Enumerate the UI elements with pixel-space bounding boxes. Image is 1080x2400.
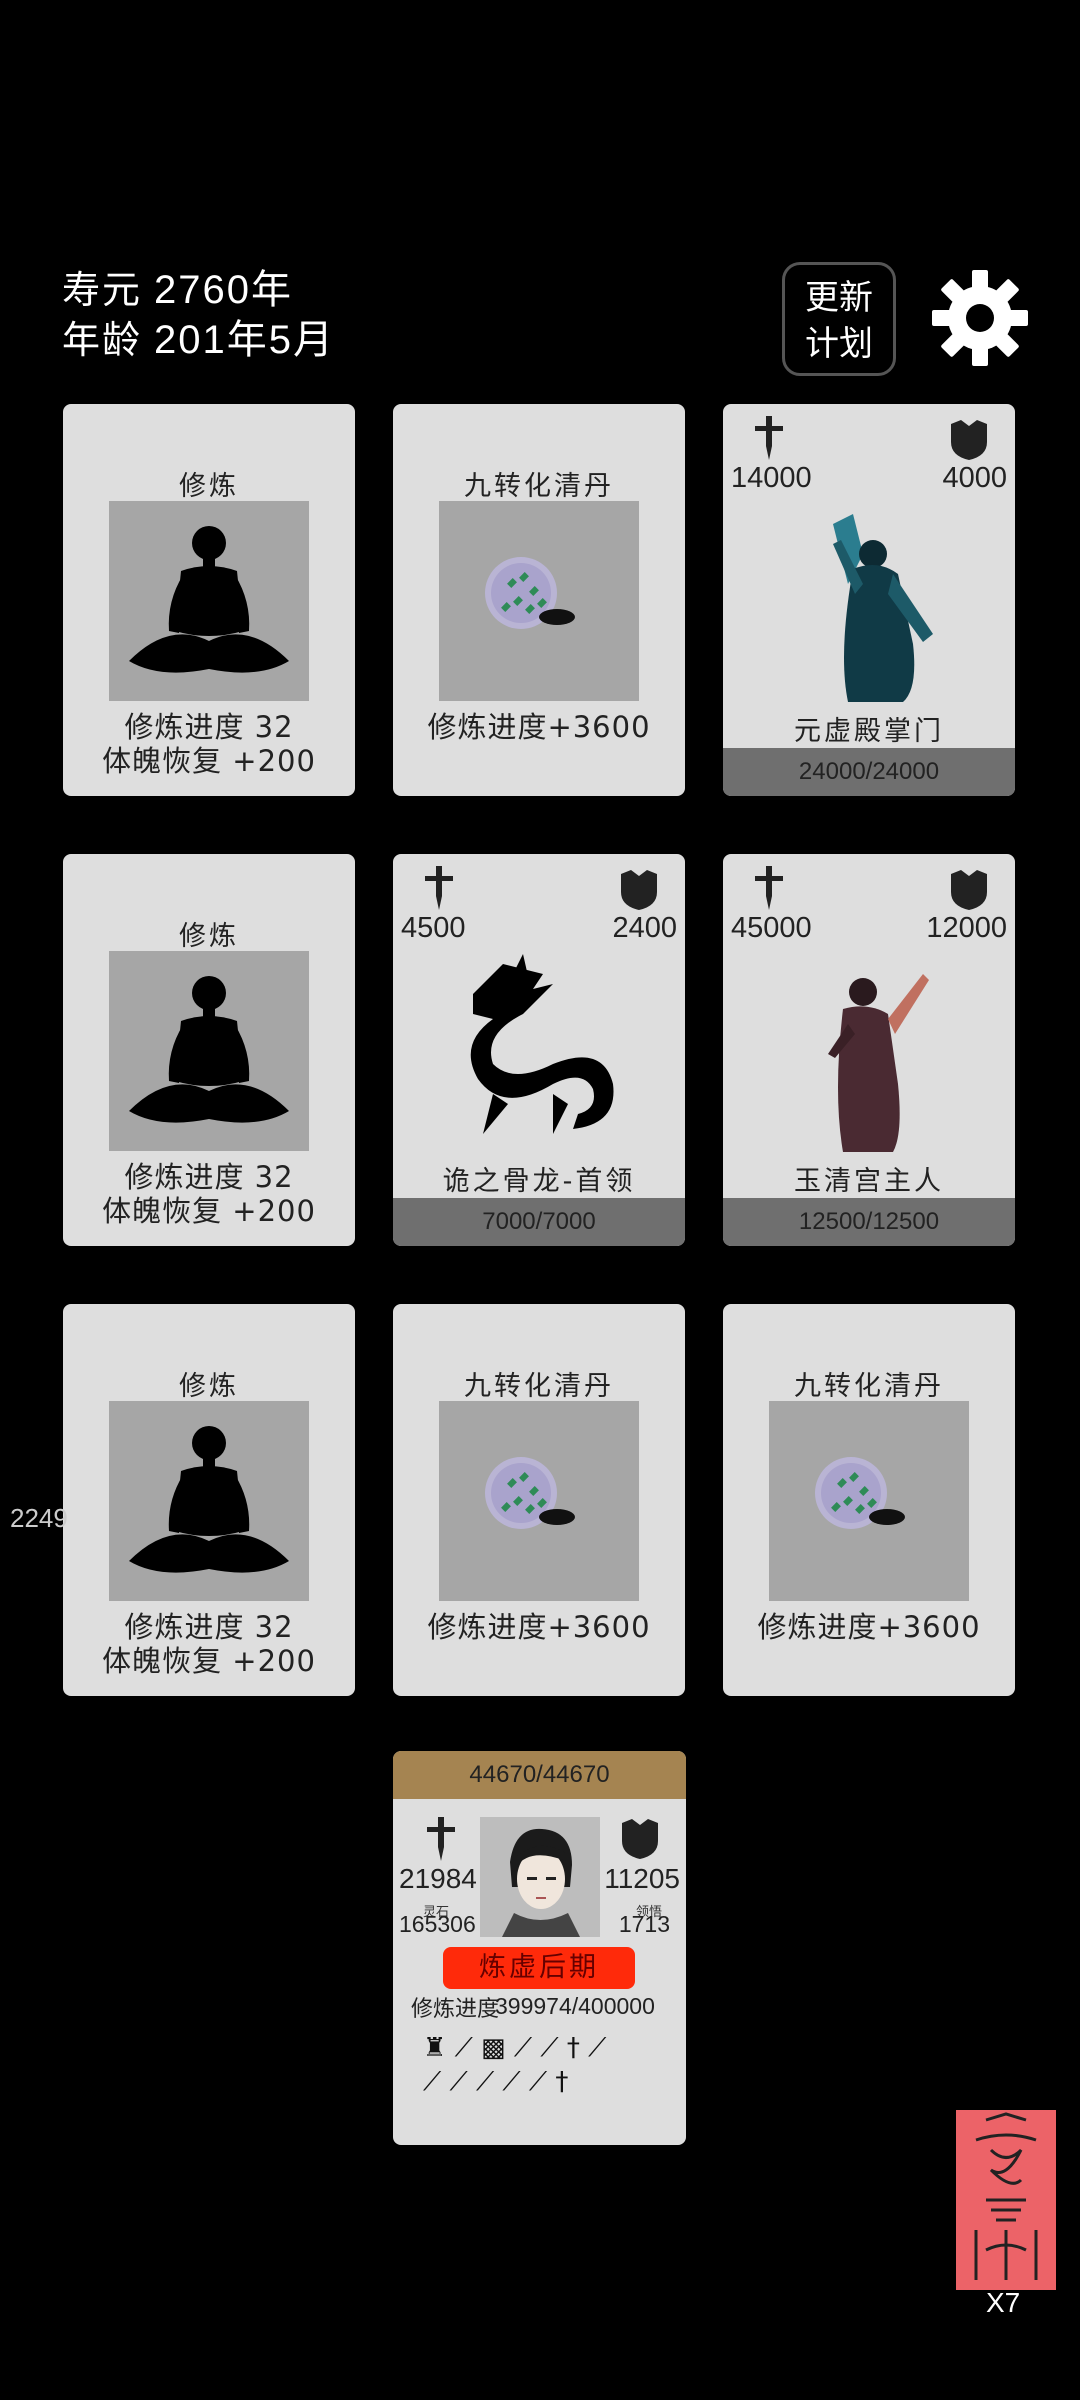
lifespan-label: 寿元 xyxy=(62,268,143,312)
meditation-image xyxy=(109,951,309,1151)
talisman-count: X7 xyxy=(986,2287,1021,2318)
pill-icon xyxy=(485,1457,575,1529)
dagger-icon[interactable]: † xyxy=(555,2067,568,2097)
talisman-icon xyxy=(974,2112,1038,2280)
cultivate-card[interactable]: 修炼 修炼进度 32 体魄恢复 +200 xyxy=(63,854,355,1246)
sword-equip-icon[interactable]: ⟋ xyxy=(588,2033,606,2063)
sword-icon xyxy=(427,1817,455,1861)
card-line2: 体魄恢复 +200 xyxy=(102,1644,316,1678)
enemy-card[interactable]: 4500 2400 诡之骨龙-首领 7000/7000 xyxy=(393,854,685,1246)
player-portrait xyxy=(502,1828,580,1937)
card-title: 修炼 xyxy=(179,1371,239,1402)
progress-value: 399974/400000 xyxy=(495,1993,655,2019)
card-line2: 体魄恢复 +200 xyxy=(102,744,316,778)
shield-icon xyxy=(621,870,657,910)
enemy-name: 诡之骨龙-首领 xyxy=(442,1166,636,1197)
equipment-row-1: ♜ ⟋ ▩ ⟋ ⟋ † ⟋ xyxy=(423,2033,606,2064)
player-hp-bar: 44670/44670 xyxy=(393,1751,686,1799)
sword-equip-icon[interactable]: ⟋ xyxy=(514,2033,532,2063)
player-attack: 21984 xyxy=(399,1863,477,1894)
avatar xyxy=(480,1817,600,1937)
lifespan-value: 2760年 xyxy=(154,268,293,312)
defense-value: 12000 xyxy=(926,912,1007,944)
enemy-name: 元虚殿掌门 xyxy=(794,716,944,747)
card-title: 九转化清丹 xyxy=(464,1371,614,1402)
card-line1: 修炼进度+3600 xyxy=(757,1610,981,1644)
palace-master-figure xyxy=(828,974,929,1152)
sword-equip-icon[interactable]: ⟋ xyxy=(449,2067,467,2097)
enemy-hp-bar: 12500/12500 xyxy=(723,1198,1015,1246)
bone-dragon-icon xyxy=(470,954,614,1134)
meditating-figure-icon xyxy=(129,976,289,1123)
attack-value: 14000 xyxy=(731,462,812,494)
meditation-image xyxy=(109,1401,309,1601)
insight-value: 1713 xyxy=(618,1911,670,1937)
sword-equip-icon[interactable]: ⟋ xyxy=(502,2067,520,2097)
pill-card[interactable]: 九转化清丹 修炼进度+3600 xyxy=(723,1304,1015,1696)
sword-icon xyxy=(755,866,783,910)
sword-equip-icon[interactable]: ⟋ xyxy=(423,2067,441,2097)
spirit-stone-value: 165306 xyxy=(399,1911,476,1937)
update-plan-button[interactable]: 更新 计划 xyxy=(782,262,896,376)
meditating-figure-icon xyxy=(129,526,289,673)
pill-image xyxy=(439,501,639,701)
card-title: 修炼 xyxy=(179,471,239,502)
enemy-card[interactable]: 14000 4000 元虚殿掌门 24000/24000 xyxy=(723,404,1015,796)
sword-icon xyxy=(425,866,453,910)
cultivate-card[interactable]: 修炼 修炼进度 32 体魄恢复 +200 xyxy=(63,404,355,796)
pill-icon xyxy=(485,557,575,629)
pill-card[interactable]: 九转化清丹 修炼进度+3600 xyxy=(393,404,685,796)
sword-equip-icon[interactable]: ⟋ xyxy=(529,2067,547,2097)
equipment-row-2: ⟋ ⟋ ⟋ ⟋ ⟋ † xyxy=(423,2067,568,2098)
update-plan-line2: 计划 xyxy=(805,324,873,364)
sword-equip-icon[interactable]: ⟋ xyxy=(540,2033,558,2063)
age: 年龄 201年5月 xyxy=(62,316,335,364)
attack-value: 4500 xyxy=(401,912,466,944)
age-label: 年龄 xyxy=(62,318,143,362)
gear-icon[interactable] xyxy=(930,268,1030,368)
cultivate-card[interactable]: 修炼 修炼进度 32 体魄恢复 +200 xyxy=(63,1304,355,1696)
enemy-hp-bar: 7000/7000 xyxy=(393,1198,685,1246)
shield-icon xyxy=(622,1819,658,1859)
scroll-icon[interactable]: ▩ xyxy=(481,2033,506,2063)
pill-card[interactable]: 九转化清丹 修炼进度+3600 xyxy=(393,1304,685,1696)
sword-equip-icon[interactable]: ⟋ xyxy=(455,2033,473,2063)
armor-icon[interactable]: ♜ xyxy=(423,2033,446,2063)
realm-badge: 炼虚后期 xyxy=(443,1947,635,1989)
defense-value: 4000 xyxy=(942,462,1007,494)
sect-master-figure xyxy=(833,514,933,702)
card-title: 九转化清丹 xyxy=(794,1371,944,1402)
card-line1: 修炼进度+3600 xyxy=(427,1610,651,1644)
enemy-name: 玉清宫主人 xyxy=(794,1166,944,1197)
card-line2: 体魄恢复 +200 xyxy=(102,1194,316,1228)
sword-equip-icon[interactable]: ⟋ xyxy=(476,2067,494,2097)
player-card[interactable]: 44670/44670 21984 11205 灵石 领悟 165306 171… xyxy=(393,1751,686,2145)
enemy-hp-bar: 24000/24000 xyxy=(723,748,1015,796)
sword-icon xyxy=(755,416,783,460)
meditating-figure-icon xyxy=(129,1426,289,1573)
defense-value: 2400 xyxy=(612,912,677,944)
shield-icon xyxy=(951,870,987,910)
enemy-card[interactable]: 45000 12000 玉清宫主人 12500/12500 xyxy=(723,854,1015,1246)
progress-label: 修炼进度 xyxy=(411,1997,500,2022)
player-defense: 11205 xyxy=(604,1863,680,1894)
age-value: 201年5月 xyxy=(154,318,335,362)
talisman[interactable] xyxy=(956,2110,1056,2290)
dagger-icon[interactable]: † xyxy=(567,2033,580,2063)
shield-icon xyxy=(951,420,987,460)
card-title: 修炼 xyxy=(179,921,239,952)
pill-icon xyxy=(815,1457,905,1529)
update-plan-line1: 更新 xyxy=(805,278,873,318)
attack-value: 45000 xyxy=(731,912,812,944)
side-number: 2249 xyxy=(10,1503,68,1533)
card-line1: 修炼进度+3600 xyxy=(427,710,651,744)
pill-image xyxy=(439,1401,639,1601)
card-title: 九转化清丹 xyxy=(464,471,614,502)
lifespan: 寿元 2760年 xyxy=(62,266,293,314)
pill-image xyxy=(769,1401,969,1601)
meditation-image xyxy=(109,501,309,701)
